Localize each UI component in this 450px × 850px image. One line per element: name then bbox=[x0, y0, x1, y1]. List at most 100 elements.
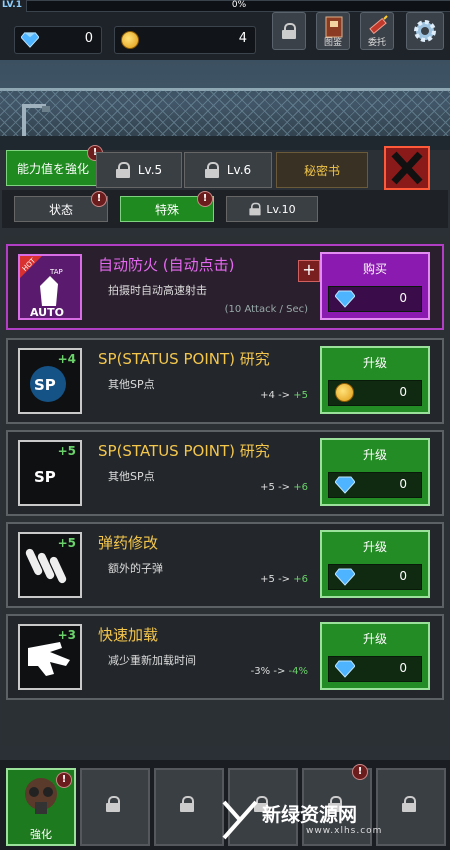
value-change: -3% -> -4% bbox=[250, 666, 308, 677]
dynamite-icon bbox=[369, 15, 388, 35]
lock-icon bbox=[402, 796, 416, 812]
gem-icon bbox=[335, 476, 355, 494]
subtab-status-label: 状态 bbox=[48, 202, 73, 217]
alert-icon: ! bbox=[197, 191, 213, 207]
upgrade-card-auto-fire: HOT TAP AUTO 自动防火 (自动点击) + 拍摄时自动高速射击 (10… bbox=[6, 244, 444, 330]
slot-locked[interactable] bbox=[376, 768, 446, 846]
expand-button[interactable]: + bbox=[298, 260, 320, 282]
slot-locked[interactable] bbox=[154, 768, 224, 846]
chain-fence bbox=[0, 90, 450, 140]
tab-enhance-label: 能力值を強化 bbox=[16, 161, 89, 176]
subtab-status[interactable]: 状态 ! bbox=[14, 191, 108, 222]
watermark-logo-icon bbox=[222, 800, 258, 840]
background-scene bbox=[0, 60, 450, 150]
upgrade-card-ammo-mod: +5 弹药修改 额外的子弹 +5 -> +6 升级 0 bbox=[6, 522, 444, 608]
sp-text: SP bbox=[34, 468, 56, 486]
sp-research-icon: SP +4 bbox=[18, 348, 82, 414]
tab-lv6[interactable]: Lv.6 bbox=[184, 152, 272, 188]
upgrade-title: 快速加载 bbox=[98, 626, 159, 644]
codex-button[interactable]: 图鉴 bbox=[316, 12, 350, 50]
upgrade-desc: 额外的子弹 bbox=[108, 562, 163, 575]
upgrade-title: SP(STATUS POINT) 研究 bbox=[98, 350, 270, 368]
gem-icon bbox=[335, 290, 355, 308]
close-button[interactable] bbox=[384, 146, 430, 190]
gem-icon bbox=[335, 568, 355, 586]
subtab-special[interactable]: 特殊 ! bbox=[120, 191, 214, 222]
tab-secret-book[interactable]: 秘密书 bbox=[276, 152, 368, 188]
commission-label: 委托 bbox=[367, 38, 386, 48]
value-change: +5 -> +6 bbox=[260, 482, 308, 493]
top-bar: LV.1 0% 0 4 图鉴 委托 bbox=[0, 0, 450, 60]
coin-counter: 4 bbox=[114, 26, 256, 54]
upgrade-label: 升级 bbox=[362, 356, 387, 370]
watermark-url: www.xlhs.com bbox=[306, 826, 383, 836]
price-box: 0 bbox=[328, 656, 422, 682]
lock-icon bbox=[180, 796, 194, 812]
value-to: -4% bbox=[288, 666, 308, 677]
tab-secret-label: 秘密书 bbox=[303, 163, 340, 178]
value-from: -3% bbox=[250, 666, 271, 677]
coin-amount: 4 bbox=[238, 31, 247, 46]
slot-enhance[interactable]: 強化 ! bbox=[6, 768, 76, 846]
upgrade-button[interactable]: 升级 0 bbox=[320, 346, 430, 414]
settings-button[interactable] bbox=[406, 12, 444, 50]
auto-fire-icon: HOT TAP AUTO bbox=[18, 254, 82, 320]
tab-lv6-label: Lv.6 bbox=[226, 163, 252, 177]
upgrade-title: 弹药修改 bbox=[98, 534, 159, 552]
hand-icon: +3 bbox=[18, 624, 82, 690]
lock-button[interactable] bbox=[272, 12, 306, 50]
slot-locked[interactable] bbox=[80, 768, 150, 846]
coin-icon bbox=[335, 383, 354, 402]
upgrade-card-fast-reload: +3 快速加载 减少重新加载时间 -3% -> -4% 升级 0 bbox=[6, 614, 444, 700]
xp-bar: 0% bbox=[26, 0, 450, 12]
tap-text: TAP bbox=[49, 268, 63, 276]
commission-button[interactable]: 委托 bbox=[360, 12, 394, 50]
lock-icon bbox=[204, 162, 219, 178]
level-plus: +4 bbox=[57, 352, 76, 366]
upgrade-button[interactable]: 升级 0 bbox=[320, 438, 430, 506]
sp-text: SP bbox=[34, 376, 56, 394]
value-from: +5 bbox=[260, 574, 275, 585]
price-value: 0 bbox=[399, 291, 407, 305]
price-box: 0 bbox=[328, 286, 422, 312]
alert-icon: ! bbox=[352, 764, 368, 780]
upgrade-title: 自动防火 (自动点击) bbox=[98, 256, 235, 274]
upgrade-label: 升级 bbox=[362, 540, 387, 554]
value-from: +4 bbox=[260, 390, 275, 401]
lock-icon bbox=[282, 23, 296, 39]
alert-icon: ! bbox=[56, 772, 72, 788]
subtab-lv10[interactable]: Lv.10 bbox=[226, 196, 318, 222]
upgrade-title: SP(STATUS POINT) 研究 bbox=[98, 442, 270, 460]
bullets-icon: +5 bbox=[18, 532, 82, 598]
price-box: 0 bbox=[328, 564, 422, 590]
gem-icon bbox=[335, 660, 355, 678]
xp-percent: 0% bbox=[231, 0, 247, 10]
close-icon bbox=[391, 151, 423, 185]
value-from: +5 bbox=[260, 482, 275, 493]
lock-icon bbox=[106, 796, 120, 812]
value-to: +6 bbox=[293, 482, 308, 493]
value-to: +5 bbox=[293, 390, 308, 401]
upgrade-button[interactable]: 升级 0 bbox=[320, 622, 430, 690]
upgrade-button[interactable]: 升级 0 bbox=[320, 530, 430, 598]
upgrade-card-sp-research-2: SP +5 SP(STATUS POINT) 研究 其他SP点 +5 -> +6… bbox=[6, 430, 444, 516]
lock-icon bbox=[249, 202, 261, 216]
upgrade-label: 升级 bbox=[362, 448, 387, 462]
upgrade-label: 升级 bbox=[362, 632, 387, 646]
tab-lv5[interactable]: Lv.5 bbox=[96, 152, 182, 188]
tab-lv5-label: Lv.5 bbox=[137, 163, 163, 177]
buy-button[interactable]: 购买 0 bbox=[320, 252, 430, 320]
subtab-lv10-label: Lv.10 bbox=[266, 202, 296, 216]
buy-label: 购买 bbox=[362, 262, 387, 276]
lock-icon bbox=[115, 162, 130, 178]
codex-label: 图鉴 bbox=[323, 38, 342, 48]
upgrade-rate: (10 Attack / Sec) bbox=[224, 304, 308, 315]
watermark-text: 新绿资源网 bbox=[262, 804, 358, 826]
upgrade-desc: 拍摄时自动高速射击 bbox=[108, 284, 207, 297]
value-change: +5 -> +6 bbox=[260, 574, 308, 585]
value-change: +4 -> +5 bbox=[260, 390, 308, 401]
price-value: 0 bbox=[399, 477, 407, 491]
subtab-special-label: 特殊 bbox=[154, 202, 179, 217]
price-value: 0 bbox=[399, 569, 407, 583]
tab-enhance[interactable]: 能力值を強化 ! bbox=[6, 145, 103, 186]
